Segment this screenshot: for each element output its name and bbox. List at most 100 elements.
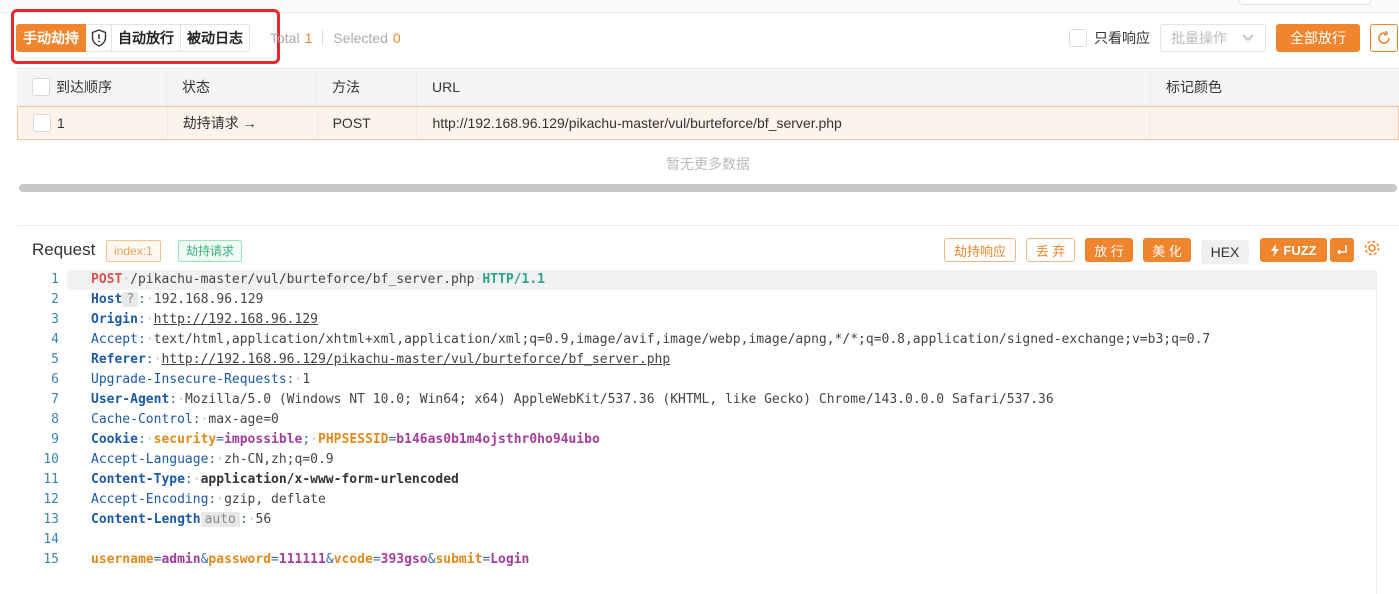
drop-button[interactable]: 丢 弃 bbox=[1026, 238, 1075, 262]
code-line-header: Content-Type:·application/x-www-form-url… bbox=[91, 472, 459, 487]
code-line-header: Accept-Encoding:·gzip, deflate bbox=[91, 492, 326, 507]
mode-manual-hijack-button[interactable]: 手动劫持 bbox=[16, 24, 86, 52]
column-order-label: 到达顺序 bbox=[56, 79, 112, 95]
column-mark-color[interactable]: 标记颜色 bbox=[1151, 69, 1399, 105]
code-line-header: Accept:·text/html,application/xhtml+xml,… bbox=[91, 332, 1211, 347]
request-editor[interactable]: 1 2 3 4 5 6 7 8 9 10 11 12 13 14 15 POST… bbox=[17, 270, 1399, 594]
line-number: 12 bbox=[43, 492, 59, 507]
column-status[interactable]: 状态 bbox=[167, 69, 317, 105]
total-label: Total bbox=[270, 30, 300, 46]
release-all-button[interactable]: 全部放行 bbox=[1276, 24, 1360, 52]
header-value: gzip, deflate bbox=[224, 492, 326, 507]
body-key: vcode bbox=[333, 552, 373, 567]
cell-status: 劫持请求 → bbox=[168, 107, 318, 139]
auto-badge[interactable]: auto bbox=[200, 512, 240, 527]
mode-auto-release-button[interactable]: 自动放行 bbox=[112, 24, 181, 52]
line-number: 13 bbox=[43, 512, 59, 527]
line-number: 4 bbox=[51, 332, 59, 347]
header-value: 1 bbox=[302, 372, 311, 387]
code-line-header: Upgrade-Insecure-Requests:·1 bbox=[91, 372, 311, 387]
row-checkbox[interactable] bbox=[33, 114, 51, 132]
body-key: password bbox=[208, 552, 272, 567]
fuzz-label: FUZZ bbox=[1283, 242, 1317, 258]
state-tag: 劫持请求 bbox=[178, 240, 243, 262]
batch-actions-label: 批量操作 bbox=[1171, 30, 1227, 46]
select-all-checkbox[interactable] bbox=[32, 78, 50, 96]
header-name: Content-Length bbox=[91, 512, 201, 527]
code-line-header: Referer:·http://192.168.96.129/pikachu-m… bbox=[91, 352, 671, 367]
header-name: Content-Type bbox=[91, 472, 185, 487]
only-response-checkbox[interactable] bbox=[1069, 29, 1087, 47]
line-number: 8 bbox=[51, 412, 59, 427]
code-line-header: User-Agent:·Mozilla/5.0 (Windows NT 10.0… bbox=[91, 392, 1054, 407]
help-badge[interactable]: ? bbox=[122, 292, 139, 307]
column-method[interactable]: 方法 bbox=[317, 69, 417, 105]
hijack-response-button[interactable]: 劫持响应 bbox=[944, 238, 1016, 262]
body-value: admin bbox=[161, 552, 201, 567]
request-title: Request bbox=[32, 240, 96, 259]
batch-actions-select[interactable]: 批量操作 bbox=[1160, 24, 1266, 52]
only-response-toggle[interactable]: 只看响应 bbox=[1069, 28, 1150, 48]
body-key: submit bbox=[435, 552, 483, 567]
gear-icon bbox=[1364, 240, 1380, 256]
selected-value: 0 bbox=[392, 30, 401, 46]
body-key: username bbox=[91, 552, 154, 567]
header-name: Origin bbox=[91, 312, 138, 327]
mode-switch-group: 手动劫持 自动放行 被动日志 bbox=[16, 24, 250, 52]
cell-url: http://192.168.96.129/pikachu-master/vul… bbox=[417, 107, 1151, 139]
release-button[interactable]: 放 行 bbox=[1085, 238, 1133, 262]
line-number: 10 bbox=[43, 452, 59, 467]
header-name: Referer bbox=[91, 352, 146, 367]
header-value: text/html,application/xhtml+xml,applicat… bbox=[153, 332, 1211, 347]
line-number: 7 bbox=[51, 392, 59, 407]
header-value: 192.168.96.129 bbox=[153, 292, 264, 307]
counts: Total 1 Selected 0 bbox=[270, 24, 401, 52]
header-name: User-Agent bbox=[91, 392, 170, 407]
code-line-request: POST·/pikachu-master/vul/burteforce/bf_s… bbox=[91, 272, 545, 287]
header-value[interactable]: http://192.168.96.129 bbox=[154, 312, 318, 327]
bolt-icon bbox=[1271, 243, 1280, 257]
table-row[interactable]: 1 劫持请求 → POST http://192.168.96.129/pika… bbox=[17, 106, 1399, 140]
line-number: 14 bbox=[43, 532, 59, 547]
total-value: 1 bbox=[304, 30, 313, 46]
header-value: max-age=0 bbox=[208, 412, 279, 427]
vertical-scrollbar[interactable] bbox=[1376, 270, 1399, 594]
header-value[interactable]: http://192.168.96.129/pikachu-master/vul… bbox=[161, 352, 670, 367]
mode-passive-log-button[interactable]: 被动日志 bbox=[181, 24, 250, 52]
request-path: /pikachu-master/vul/burteforce/bf_server… bbox=[130, 272, 475, 287]
table-header: 到达顺序 状态 方法 URL 标记颜色 bbox=[17, 69, 1399, 106]
top-right-control[interactable] bbox=[1239, 0, 1371, 5]
settings-button[interactable] bbox=[1363, 239, 1381, 262]
code-line-header: Host?:·192.168.96.129 bbox=[91, 292, 264, 307]
shield-toggle-button[interactable] bbox=[86, 24, 112, 52]
column-order[interactable]: 到达顺序 bbox=[17, 69, 167, 105]
line-number: 5 bbox=[51, 352, 59, 367]
code-line-header: Cache-Control:·max-age=0 bbox=[91, 412, 279, 427]
cell-mark-color[interactable] bbox=[1150, 107, 1398, 139]
line-number: 1 bbox=[51, 272, 59, 287]
line-number: 2 bbox=[51, 292, 59, 307]
cookie-value: b146as0b1m4ojsthr0ho94uibo bbox=[396, 432, 600, 447]
request-header: Request index:1 劫持请求 劫持响应 丢 弃 放 行 美 化 HE… bbox=[17, 236, 1399, 266]
code-line-cookie: Cookie:·security=impossible;·PHPSESSID=b… bbox=[91, 432, 600, 447]
counts-divider bbox=[322, 30, 324, 46]
line-number: 15 bbox=[43, 552, 59, 567]
section-divider bbox=[17, 225, 1399, 226]
cell-method: POST bbox=[318, 107, 418, 139]
header-name: Host bbox=[91, 292, 123, 307]
refresh-button[interactable] bbox=[1370, 24, 1398, 52]
send-enter-button[interactable] bbox=[1330, 238, 1354, 262]
header-name: Accept-Encoding bbox=[91, 492, 209, 507]
hex-button[interactable]: HEX bbox=[1201, 240, 1249, 264]
toolbar: 手动劫持 自动放行 被动日志 Total 1 Selected 0 只看响应 批… bbox=[16, 24, 1398, 52]
code-line-header: Content-Length auto:·56 bbox=[91, 512, 272, 527]
line-number: 9 bbox=[51, 432, 59, 447]
horizontal-scrollbar[interactable] bbox=[19, 184, 1397, 192]
body-value: 393gso bbox=[380, 552, 428, 567]
column-url[interactable]: URL bbox=[417, 69, 1151, 105]
selected-label: Selected bbox=[333, 30, 388, 46]
header-value: zh-CN,zh;q=0.9 bbox=[224, 452, 334, 467]
code-line-header: Accept-Language:·zh-CN,zh;q=0.9 bbox=[91, 452, 334, 467]
beautify-button[interactable]: 美 化 bbox=[1143, 238, 1191, 262]
fuzz-button[interactable]: FUZZ bbox=[1260, 238, 1327, 262]
